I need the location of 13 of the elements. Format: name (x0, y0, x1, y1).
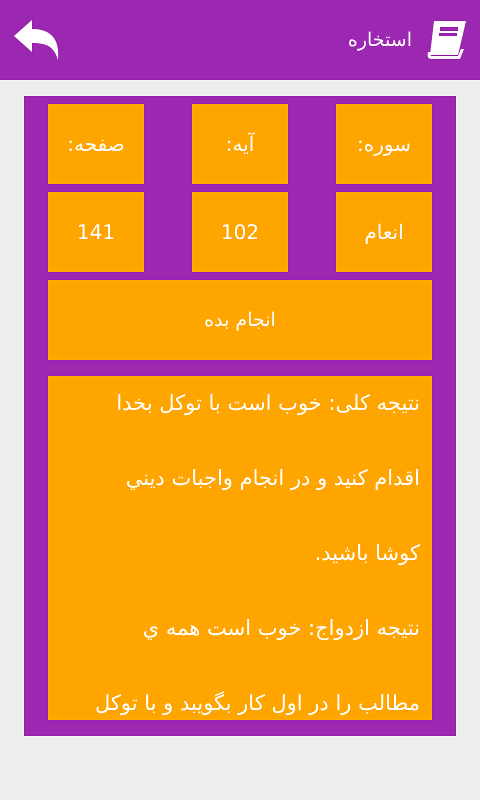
field-label: صفحه: (48, 104, 144, 184)
field-label: سوره: (336, 104, 432, 184)
field-value: انعام (336, 192, 432, 272)
result-text: نتيجه کلی: خوب است با توکل بخدا (115, 390, 420, 418)
field-value: 141 (48, 192, 144, 272)
field-label: آیه: (192, 104, 288, 184)
result-text: اقدام کنيد و در انجام واجبات ديني (124, 465, 420, 492)
screen-title: استخاره (348, 28, 412, 53)
action-button[interactable]: انجام بده (48, 280, 432, 360)
result-text: مطالب را در اول کار بگويبد و با توکل (94, 690, 420, 718)
result-text: نتيجه ازدواج: خوب است همه ي (142, 615, 420, 642)
result-text: کوشا باشيد. (314, 540, 420, 568)
field-value: 102 (192, 192, 288, 272)
